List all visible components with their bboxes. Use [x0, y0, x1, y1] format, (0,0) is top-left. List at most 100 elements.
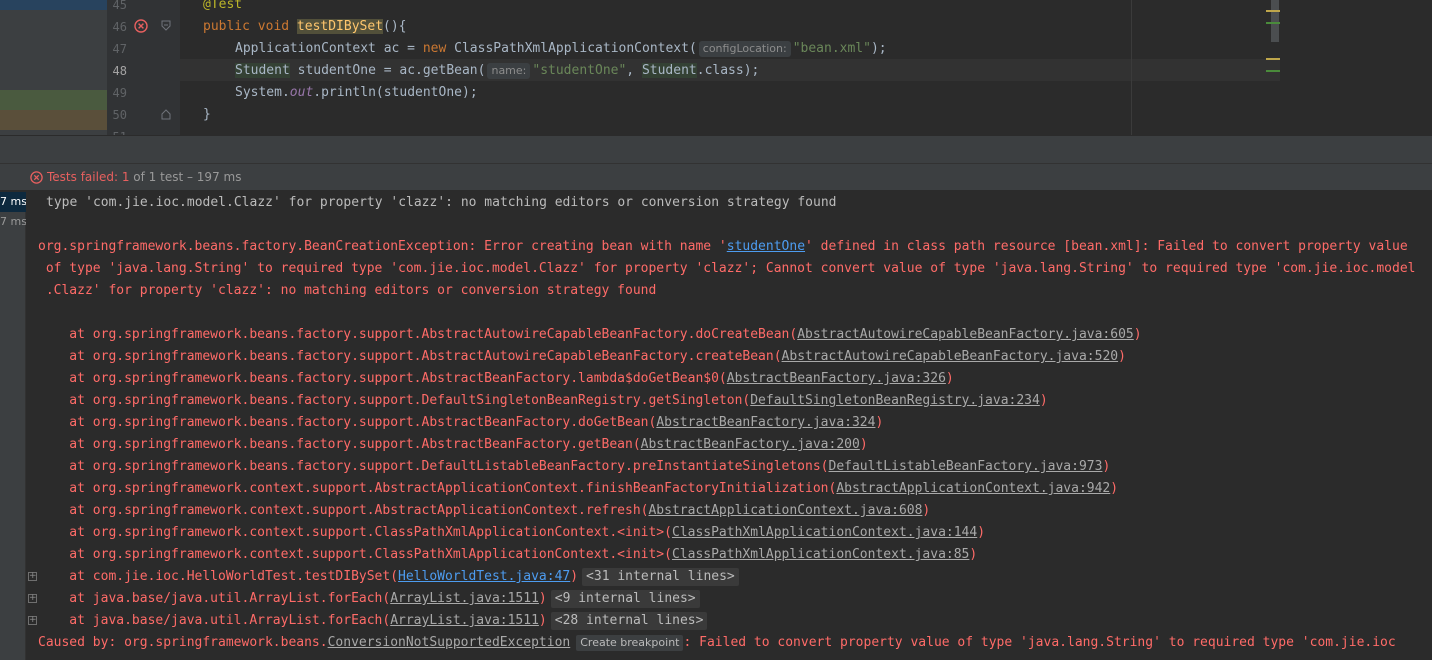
parameter-hint: name: [487, 63, 531, 79]
code-line: System.out.println(studentOne); [235, 82, 478, 104]
code-text: studentOne = ac.getBean( [289, 63, 486, 78]
stack-trace-line: at org.springframework.beans.factory.sup… [38, 368, 953, 390]
project-panel-strip [0, 0, 107, 135]
change-marker[interactable] [1266, 22, 1280, 24]
bean-link[interactable]: studentOne [727, 239, 805, 254]
console-line: of type 'java.lang.String' to required t… [38, 261, 1416, 276]
source-link[interactable]: AbstractBeanFactory.java:324 [656, 415, 875, 430]
test-failed-run-icon[interactable] [134, 19, 148, 33]
stack-frame-text: ) [1039, 393, 1048, 408]
source-link[interactable]: DefaultListableBeanFactory.java:973 [829, 459, 1103, 474]
stack-trace-line: at org.springframework.beans.factory.sup… [38, 434, 867, 456]
code-line: ApplicationContext ac = new ClassPathXml… [235, 38, 887, 60]
status-label: Tests failed: [47, 170, 118, 184]
source-link[interactable]: DefaultSingletonBeanRegistry.java:234 [750, 393, 1040, 408]
line-number: 46 [112, 20, 127, 34]
test-tree-row[interactable]: 7 ms [0, 192, 26, 212]
test-results-tree[interactable]: 7 ms 7 ms [0, 192, 26, 660]
stack-frame-text: at org.springframework.beans.factory.sup… [38, 459, 829, 474]
type-name: Student [641, 63, 697, 78]
editor-scrollbar[interactable] [1271, 0, 1279, 42]
stack-trace-line: at org.springframework.beans.factory.sup… [38, 456, 1110, 478]
code-text: .println(studentOne); [313, 85, 478, 100]
source-link[interactable]: AbstractApplicationContext.java:608 [648, 503, 922, 518]
exception-class-link[interactable]: ConversionNotSupportedException [328, 635, 571, 650]
code-line: } [203, 107, 211, 122]
caused-by-text: : Failed to convert property value of ty… [683, 635, 1396, 650]
test-status-bar: Tests failed: 1 of 1 test – 197 ms [0, 163, 1432, 191]
type-name: Student [235, 63, 290, 78]
stack-trace-line: at org.springframework.beans.factory.sup… [38, 346, 1126, 368]
static-field: out [289, 85, 314, 100]
test-failed-icon [30, 171, 43, 184]
stack-frame-text: ) [1110, 481, 1119, 496]
stack-trace-line: at org.springframework.context.support.A… [38, 478, 1118, 500]
source-link[interactable]: AbstractBeanFactory.java:326 [727, 371, 946, 386]
stack-frame-text: at java.base/java.util.ArrayList.forEach… [38, 591, 391, 606]
warning-marker[interactable] [1266, 10, 1280, 12]
stack-trace-line: at java.base/java.util.ArrayList.forEach… [38, 610, 708, 632]
expand-folded-icon[interactable]: + [28, 572, 37, 581]
stack-frame-text: ) [570, 569, 579, 584]
create-breakpoint-button[interactable]: Create breakpoint [576, 635, 684, 651]
fold-end-icon[interactable] [161, 108, 175, 122]
change-marker[interactable] [1266, 70, 1280, 72]
console-line: org.springframework.beans.factory.BeanCr… [38, 236, 1408, 258]
stack-frame-text: ) [922, 503, 931, 518]
stack-frame-text: at org.springframework.beans.factory.sup… [38, 393, 751, 408]
source-link[interactable]: HelloWorldTest.java:47 [398, 569, 570, 584]
test-tree-row[interactable]: 7 ms [0, 212, 26, 232]
keyword: new [422, 41, 447, 56]
stack-frame-text: at org.springframework.context.support.A… [38, 481, 837, 496]
stack-frame-text: ) [538, 591, 547, 606]
stack-trace-line: at org.springframework.beans.factory.sup… [38, 324, 1141, 346]
stack-frame-text: at java.base/java.util.ArrayList.forEach… [38, 613, 391, 628]
stack-frame-text: at org.springframework.beans.factory.sup… [38, 371, 727, 386]
stack-frame-text: ) [977, 525, 986, 540]
stack-frame-text: ) [969, 547, 978, 562]
stack-trace-line: at java.base/java.util.ArrayList.forEach… [38, 588, 700, 610]
line-number: 51 [107, 126, 127, 135]
code-text: .class); [696, 63, 760, 78]
source-link[interactable]: ClassPathXmlApplicationContext.java:144 [672, 525, 977, 540]
method-name: testDIBySet [296, 19, 384, 34]
source-link[interactable]: ArrayList.java:1511 [390, 591, 539, 606]
expand-folded-icon[interactable]: + [28, 616, 37, 625]
line-number: 50 [112, 108, 127, 122]
source-link[interactable]: AbstractApplicationContext.java:942 [836, 481, 1110, 496]
project-highlight-band [0, 90, 107, 110]
failed-count: 1 [121, 170, 130, 184]
stack-frame-text: at org.springframework.context.support.C… [38, 525, 672, 540]
stack-trace-line: at org.springframework.context.support.C… [38, 544, 977, 566]
code-text: ApplicationContext ac = [235, 41, 423, 56]
string-literal: "studentOne" [532, 63, 627, 78]
code-line: @Test [203, 0, 243, 12]
source-link[interactable]: AbstractBeanFactory.java:200 [641, 437, 860, 452]
line-number: 49 [112, 86, 127, 100]
test-status-text: Tests failed: 1 of 1 test – 197 ms [47, 170, 241, 184]
code-text: ); [870, 41, 887, 56]
code-text: ClassPathXmlApplicationContext( [446, 41, 697, 56]
internal-lines-badge[interactable]: <9 internal lines> [550, 590, 700, 608]
expand-folded-icon[interactable]: + [28, 594, 37, 603]
console-output[interactable]: type 'com.jie.ioc.model.Clazz' for prope… [27, 192, 1432, 660]
source-link[interactable]: ArrayList.java:1511 [390, 613, 539, 628]
source-link[interactable]: AbstractAutowireCapableBeanFactory.java:… [782, 349, 1119, 364]
stack-frame-text: at org.springframework.beans.factory.sup… [38, 415, 657, 430]
exception-text: ' defined in class path resource [bean.x… [805, 239, 1408, 254]
stack-trace-line: at com.jie.ioc.HelloWorldTest.testDIBySe… [38, 566, 739, 588]
stack-frame-text: ) [875, 415, 884, 430]
code-editor[interactable]: 45 46 47 48 49 50 51 @Test public void t… [0, 0, 1432, 135]
source-link[interactable]: AbstractAutowireCapableBeanFactory.java:… [797, 327, 1134, 342]
project-selection-band [0, 0, 107, 10]
code-line: public void testDIBySet(){ [203, 16, 407, 38]
fold-icon[interactable] [161, 20, 175, 34]
string-literal: "bean.xml" [792, 41, 871, 56]
internal-lines-badge[interactable]: <31 internal lines> [582, 568, 739, 586]
internal-lines-badge[interactable]: <28 internal lines> [550, 612, 708, 630]
warning-marker[interactable] [1266, 58, 1280, 60]
stack-frame-text: at com.jie.ioc.HelloWorldTest.testDIBySe… [38, 569, 399, 584]
stack-frame-text: at org.springframework.beans.factory.sup… [38, 437, 641, 452]
stack-trace-line: at org.springframework.beans.factory.sup… [38, 412, 883, 434]
source-link[interactable]: ClassPathXmlApplicationContext.java:85 [672, 547, 969, 562]
